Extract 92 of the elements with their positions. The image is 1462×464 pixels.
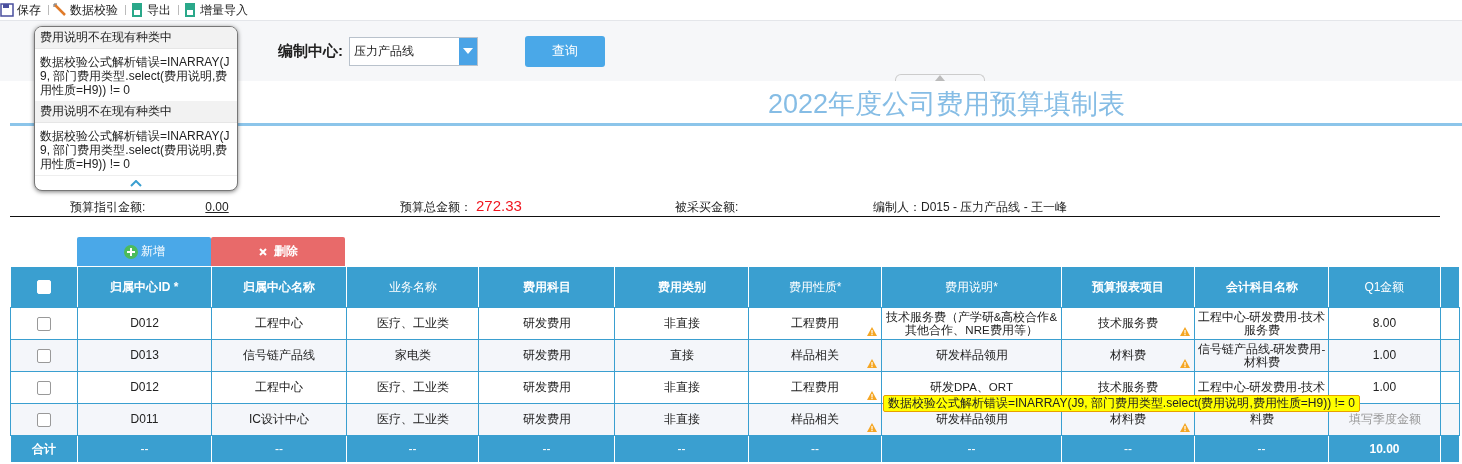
caret-icon xyxy=(935,75,945,81)
column-header: 归属中心ID * xyxy=(77,266,212,308)
total-cell: -- xyxy=(478,435,615,463)
table-cell: 样品相关 xyxy=(791,413,839,426)
checkbox[interactable] xyxy=(37,316,51,331)
table-cell: 直接 xyxy=(669,349,694,362)
table-cell: 材料费 xyxy=(1110,413,1146,426)
table-cell: 医疗、工业类 xyxy=(376,413,449,426)
spreadsheet-icon xyxy=(183,3,197,17)
checkbox[interactable] xyxy=(37,412,51,427)
table-cell: 工程费用 xyxy=(791,317,839,330)
close-icon xyxy=(258,246,268,257)
total-cell: -- xyxy=(1194,435,1329,463)
column-header: 预算报表项目 xyxy=(1061,266,1195,308)
total-cell: -- xyxy=(211,435,347,463)
table-cell: 医疗、工业类 xyxy=(376,381,449,394)
summary-value: D015 - 压力产品线 - 王一峰 xyxy=(921,199,1067,216)
column-header: 费用类别 xyxy=(614,266,749,308)
toolbar-button[interactable]: 保存 xyxy=(0,1,44,19)
center-select[interactable]: 压力产品线 xyxy=(349,36,478,66)
toolbar-button[interactable]: 导出 xyxy=(130,1,174,19)
collapse-tab[interactable] xyxy=(895,74,985,81)
table-cell: IC设计中心 xyxy=(249,413,309,426)
total-cell: -- xyxy=(346,435,479,463)
table-cell: 非直接 xyxy=(663,413,700,426)
column-header: Q1金额 xyxy=(1328,266,1441,308)
table-cell: 料费 xyxy=(1249,413,1274,426)
summary-value: 272.33 xyxy=(476,197,522,214)
table-cell: 1.00 xyxy=(1372,349,1397,362)
toolbar-button[interactable]: 数据校验 xyxy=(53,1,121,19)
error-title: 费用说明不在现有种类中 xyxy=(35,27,237,49)
table-cell: 材料费 xyxy=(1110,349,1146,362)
table-cell: 研发费用 xyxy=(522,317,571,330)
table-cell: 工程中心-研发费用-技术 xyxy=(1197,381,1326,394)
checkbox[interactable] xyxy=(37,348,51,363)
summary-label: 编制人： xyxy=(873,199,921,216)
column-header: 费用说明* xyxy=(881,266,1062,308)
amount-link[interactable]: 0.00 xyxy=(205,200,229,214)
table-cell: 工程费用 xyxy=(791,381,839,394)
total-cell: -- xyxy=(1061,435,1195,463)
column-header: 费用科目 xyxy=(478,266,615,308)
toolbar-button[interactable]: 增量导入 xyxy=(183,1,251,19)
table-cell: 家电类 xyxy=(394,349,431,362)
table-cell: 样品相关 xyxy=(791,349,839,362)
summary-label: 预算指引金额: xyxy=(70,199,146,216)
table-cell: D012 xyxy=(130,317,159,330)
column-header: 归属中心名称 xyxy=(211,266,347,308)
table-cell-text: 信号链产品线-研发费用-材料费 xyxy=(1196,342,1327,369)
table-cell: 研发样品领用 xyxy=(935,349,1008,362)
chevron-up-icon xyxy=(130,180,142,187)
table-cell: 研发DPA、ORT xyxy=(930,381,1013,394)
table-cell: 非直接 xyxy=(663,317,700,330)
table-cell: 研发费用 xyxy=(522,413,571,426)
table-cell: 医疗、工业类 xyxy=(376,317,449,330)
column-header: 业务名称 xyxy=(346,266,479,308)
error-title: 费用说明不在现有种类中 xyxy=(35,101,237,123)
column-header: 会计科目名称 xyxy=(1194,266,1329,308)
caret-icon xyxy=(463,48,473,54)
table-cell: D012 xyxy=(130,381,159,394)
total-cell: -- xyxy=(77,435,212,463)
table-cell: D011 xyxy=(130,413,159,426)
table-cell: 技术服务费 xyxy=(1098,317,1158,330)
table-cell: 8.00 xyxy=(1372,317,1397,330)
table-cell-text: 工程中心-研发费用-技术服务费 xyxy=(1196,310,1327,337)
total-label: 合计 xyxy=(10,435,78,463)
pencil-icon xyxy=(53,3,67,17)
table-cell: 工程中心 xyxy=(255,381,303,394)
column-header: 费用性质* xyxy=(748,266,882,308)
table-cell: 技术服务费 xyxy=(1098,381,1158,394)
summary-label: 预算总金额： xyxy=(400,199,472,216)
table-cell: D013 xyxy=(130,349,159,362)
table-cell: 研发费用 xyxy=(522,381,571,394)
table-cell-text: 技术服务费（产学研&高校合作&其他合作、NRE费用等） xyxy=(884,310,1059,337)
table-cell: 非直接 xyxy=(663,381,700,394)
spreadsheet-icon xyxy=(130,3,144,17)
checkbox[interactable] xyxy=(37,380,51,395)
plus-icon xyxy=(123,244,138,259)
table-cell: 1.00 xyxy=(1372,381,1397,394)
total-cell: -- xyxy=(881,435,1062,463)
report-title: 2022年度公司费用预算填制表 xyxy=(768,88,1126,121)
error-message: 数据校验公式解析错误=INARRAY(J9, 部门费用类型.select(费用说明,费用性质=H9)) != 0 xyxy=(39,54,231,99)
error-message: 数据校验公式解析错误=INARRAY(J9, 部门费用类型.select(费用说明,费用性质=H9)) != 0 xyxy=(39,128,231,173)
table-cell: 信号链产品线 xyxy=(243,349,315,362)
total-cell: -- xyxy=(614,435,749,463)
table-cell: 工程中心 xyxy=(255,317,303,330)
table-cell: 研发样品领用 xyxy=(935,413,1008,426)
error-tooltip: 数据校验公式解析错误=INARRAY(J9, 部门费用类型.select(费用说明,费用性质=H9)) != 0 xyxy=(883,395,1360,412)
table-cell: 研发费用 xyxy=(522,349,571,362)
summary-label: 被采买金额: xyxy=(675,199,739,216)
total-cell: -- xyxy=(748,435,882,463)
filter-label: 编制中心: xyxy=(278,41,343,61)
total-cell: 10.00 xyxy=(1328,435,1441,463)
